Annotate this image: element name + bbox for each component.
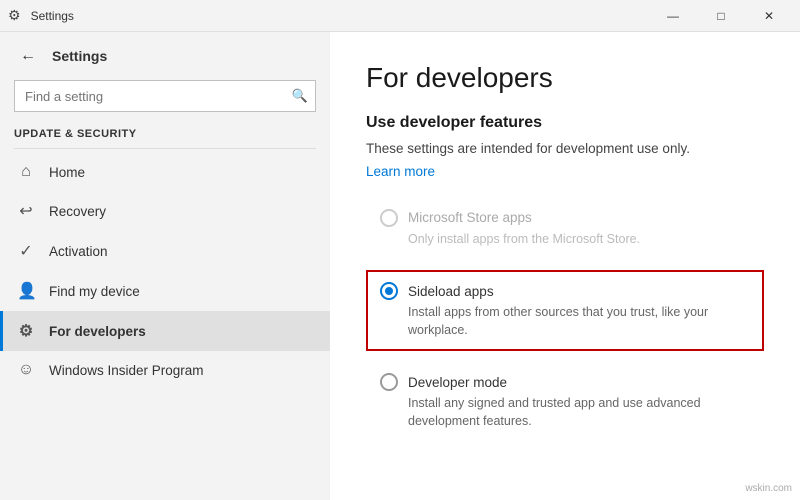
minimize-button[interactable]: —: [650, 0, 696, 32]
option-group: Microsoft Store apps Only install apps f…: [366, 197, 764, 443]
title-bar-controls: — □ ✕: [650, 0, 792, 32]
search-icon-button[interactable]: 🔍: [284, 80, 316, 112]
page-title: For developers: [366, 62, 764, 94]
title-bar-left: ⚙ Settings: [0, 7, 74, 24]
settings-app-icon: ⚙: [8, 7, 21, 24]
option-item-microsoft-store[interactable]: Microsoft Store apps Only install apps f…: [366, 197, 764, 261]
watermark: wskin.com: [745, 483, 792, 494]
nav-items-container: ⌂ Home ↩ Recovery ✓ Activation 👤 Find my…: [0, 153, 330, 389]
option-row-microsoft-store: Microsoft Store apps: [380, 209, 750, 227]
option-item-sideload-apps[interactable]: Sideload apps Install apps from other so…: [366, 270, 764, 351]
nav-label-home: Home: [49, 165, 85, 180]
back-icon: ←: [20, 47, 36, 65]
learn-more-link[interactable]: Learn more: [366, 164, 435, 179]
option-sub-sideload-apps: Install apps from other sources that you…: [380, 304, 750, 339]
sidebar-item-home[interactable]: ⌂ Home: [0, 153, 330, 191]
option-row-developer-mode: Developer mode: [380, 373, 750, 391]
option-item-developer-mode[interactable]: Developer mode Install any signed and tr…: [366, 361, 764, 442]
sidebar-nav-top: ← Settings: [0, 32, 330, 76]
sidebar-item-windows-insider[interactable]: ☺ Windows Insider Program: [0, 351, 330, 389]
radio-microsoft-store: [380, 209, 398, 227]
option-sub-developer-mode: Install any signed and trusted app and u…: [380, 395, 750, 430]
option-label-developer-mode: Developer mode: [408, 375, 507, 390]
search-input[interactable]: [14, 80, 316, 112]
nav-label-recovery: Recovery: [49, 204, 106, 219]
section-title: Use developer features: [366, 114, 764, 132]
back-button[interactable]: ←: [14, 42, 42, 70]
option-label-microsoft-store: Microsoft Store apps: [408, 210, 532, 225]
search-box-wrap: 🔍: [14, 80, 316, 112]
option-label-sideload-apps: Sideload apps: [408, 284, 494, 299]
nav-icon-home: ⌂: [17, 163, 35, 181]
nav-label-find-my-device: Find my device: [49, 284, 140, 299]
search-icon: 🔍: [292, 88, 308, 104]
nav-label-for-developers: For developers: [49, 324, 146, 339]
option-row-sideload-apps: Sideload apps: [380, 282, 750, 300]
sidebar-app-title: Settings: [52, 48, 107, 64]
sidebar-item-find-my-device[interactable]: 👤 Find my device: [0, 271, 330, 311]
nav-icon-find-my-device: 👤: [17, 281, 35, 301]
nav-icon-for-developers: ⚙: [17, 321, 35, 341]
nav-label-windows-insider: Windows Insider Program: [49, 363, 204, 378]
section-desc: These settings are intended for developm…: [366, 140, 764, 159]
close-button[interactable]: ✕: [746, 0, 792, 32]
maximize-button[interactable]: □: [698, 0, 744, 32]
title-bar: ⚙ Settings — □ ✕: [0, 0, 800, 32]
radio-developer-mode: [380, 373, 398, 391]
sidebar-item-for-developers[interactable]: ⚙ For developers: [0, 311, 330, 351]
option-sub-microsoft-store: Only install apps from the Microsoft Sto…: [380, 231, 750, 249]
main-content: For developers Use developer features Th…: [330, 32, 800, 500]
app-body: ← Settings 🔍 Update & Security ⌂ Home ↩ …: [0, 32, 800, 500]
sidebar-section-label: Update & Security: [0, 124, 330, 144]
nav-label-activation: Activation: [49, 244, 108, 259]
sidebar: ← Settings 🔍 Update & Security ⌂ Home ↩ …: [0, 32, 330, 500]
nav-icon-recovery: ↩: [17, 201, 35, 221]
sidebar-item-activation[interactable]: ✓ Activation: [0, 231, 330, 271]
radio-sideload-apps: [380, 282, 398, 300]
nav-icon-windows-insider: ☺: [17, 361, 35, 379]
nav-icon-activation: ✓: [17, 241, 35, 261]
sidebar-item-recovery[interactable]: ↩ Recovery: [0, 191, 330, 231]
title-bar-title: Settings: [31, 9, 74, 23]
sidebar-divider: [14, 148, 316, 149]
